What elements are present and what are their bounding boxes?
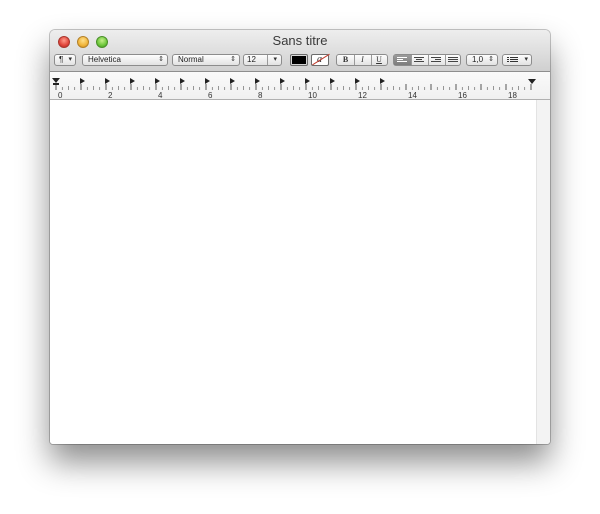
text-color-well[interactable] [290, 54, 308, 66]
list-bullets-icon [507, 57, 519, 63]
tab-stop-marker[interactable] [230, 78, 235, 84]
font-family-popup[interactable]: Helvetica ⇕ [82, 54, 168, 66]
line-spacing-value: 1,0 [472, 55, 484, 64]
line-spacing-popup[interactable]: 1,0 ⇕ [466, 54, 498, 66]
tab-stop-marker[interactable] [380, 78, 385, 84]
tab-stop-marker[interactable] [180, 78, 185, 84]
ruler-label: 4 [158, 91, 163, 100]
right-indent-marker[interactable] [528, 79, 536, 84]
text-editor-window: Sans titre ¶ ▾ Helvetica ⇕ Normal ⇕ 12 ▾… [50, 30, 550, 444]
highlight-color-well[interactable]: a [311, 53, 330, 66]
tab-stop-marker[interactable] [105, 78, 110, 84]
tab-stop-marker[interactable] [305, 78, 310, 84]
document-text-area[interactable] [50, 100, 536, 444]
italic-button[interactable]: I [354, 55, 371, 65]
vertical-scrollbar[interactable] [536, 100, 550, 444]
align-center-icon [414, 57, 424, 63]
chevron-down-icon: ▾ [524, 56, 528, 63]
align-right-button[interactable] [428, 55, 445, 65]
ruler-labels: 0 2 4 6 8 10 12 14 16 18 [58, 91, 517, 100]
ruler-label: 12 [358, 91, 367, 100]
left-indent-marker[interactable] [53, 83, 59, 85]
ruler-tab-stops [80, 78, 385, 84]
align-left-icon [397, 57, 407, 63]
tab-stop-marker[interactable] [330, 78, 335, 84]
tab-stop-marker[interactable] [255, 78, 260, 84]
ruler-label: 14 [408, 91, 417, 100]
tab-stop-marker[interactable] [205, 78, 210, 84]
chevron-down-icon: ▾ [68, 56, 72, 63]
ruler-label: 8 [258, 91, 263, 100]
tab-stop-marker[interactable] [130, 78, 135, 84]
ruler-label: 2 [108, 91, 113, 100]
ruler-label: 0 [58, 91, 63, 100]
chevron-down-icon[interactable]: ▾ [273, 55, 277, 65]
bold-button[interactable]: B [337, 55, 354, 65]
pilcrow-icon: ¶ [59, 55, 64, 64]
align-justify-icon [448, 57, 458, 63]
text-color-swatch [292, 56, 306, 64]
tab-stop-marker[interactable] [280, 78, 285, 84]
align-left-button[interactable] [394, 55, 411, 65]
align-justify-button[interactable] [445, 55, 461, 65]
up-down-arrows-icon: ⇕ [488, 56, 494, 63]
first-line-indent-marker[interactable] [52, 78, 60, 83]
align-right-icon [431, 57, 441, 63]
ruler-label: 16 [458, 91, 467, 100]
alignment-segmented [393, 54, 461, 66]
list-style-popup[interactable]: ▾ [502, 54, 532, 66]
align-center-button[interactable] [411, 55, 428, 65]
text-style-segmented: B I U [336, 54, 388, 66]
font-family-value: Helvetica [88, 55, 121, 64]
font-size-field[interactable]: 12 [247, 55, 256, 65]
window-title: Sans titre [272, 33, 328, 48]
ruler-ticks [55, 84, 532, 90]
ruler-label: 18 [508, 91, 517, 100]
tab-stop-marker[interactable] [80, 78, 85, 84]
ruler-label: 6 [208, 91, 213, 100]
ruler[interactable]: 0 2 4 6 8 10 12 14 16 18 [50, 72, 550, 100]
font-size-combo[interactable]: 12 ▾ [243, 54, 282, 66]
font-style-popup[interactable]: Normal ⇕ [172, 54, 240, 66]
up-down-arrows-icon: ⇕ [230, 56, 236, 63]
title-bar[interactable]: Sans titre ¶ ▾ Helvetica ⇕ Normal ⇕ 12 ▾… [50, 30, 550, 72]
font-style-value: Normal [178, 55, 204, 64]
underline-button[interactable]: U [371, 55, 387, 65]
paragraph-style-popup[interactable]: ¶ ▾ [54, 54, 76, 66]
tab-stop-marker[interactable] [155, 78, 160, 84]
tab-stop-marker[interactable] [355, 78, 360, 84]
ruler-label: 10 [308, 91, 317, 100]
up-down-arrows-icon: ⇕ [158, 56, 164, 63]
ruler-scale: 0 2 4 6 8 10 12 14 16 18 [52, 78, 536, 100]
